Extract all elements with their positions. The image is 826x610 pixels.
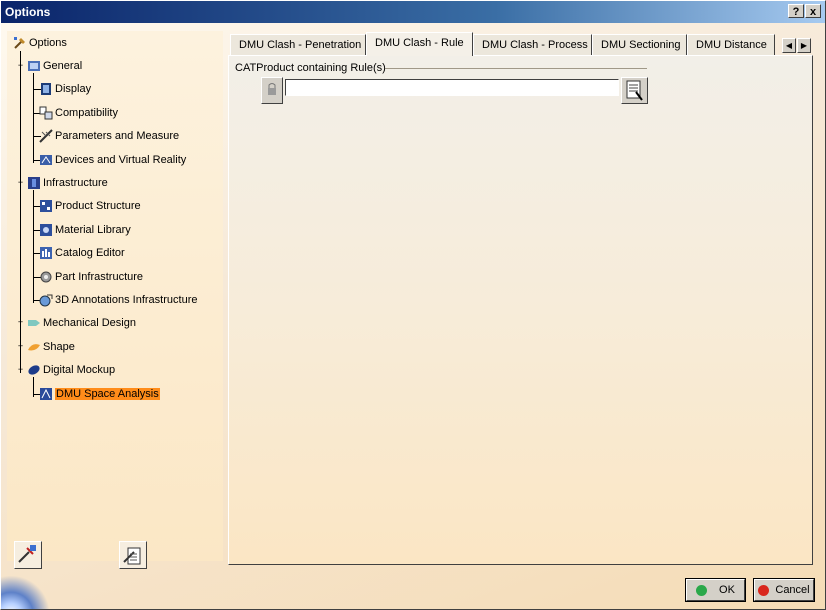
lock-icon: [268, 83, 276, 95]
tree-item-general[interactable]: General: [27, 57, 82, 75]
general-icon: [27, 59, 41, 73]
tab-dmu-sectioning[interactable]: DMU Sectioning: [592, 34, 687, 55]
rule-group-label: CATProduct containing Rule(s): [235, 62, 386, 74]
tree-item-infrastructure[interactable]: Infrastructure: [27, 174, 108, 192]
tree-item-part-infrastructure[interactable]: Part Infrastructure: [39, 268, 143, 286]
collapse-icon[interactable]: −: [17, 178, 24, 187]
expand-icon[interactable]: +: [17, 318, 24, 327]
collapse-icon[interactable]: −: [17, 365, 24, 374]
part-infrastructure-icon: [39, 270, 53, 284]
tab-dmu-clash-process[interactable]: DMU Clash - Process: [473, 34, 592, 55]
tab-scroll-left-button[interactable]: ◀: [782, 38, 796, 53]
tree-label-mechanical-design: Mechanical Design: [43, 317, 136, 329]
tree-root-options[interactable]: Options: [13, 34, 67, 52]
tree-item-mechanical-design[interactable]: Mechanical Design: [27, 314, 136, 332]
dump-parameters-icon: [123, 547, 141, 565]
shape-icon: [27, 340, 41, 354]
tree-item-devices[interactable]: Devices and Virtual Reality: [39, 151, 186, 169]
options-dialog: Options ? x Options − General Display Co…: [0, 0, 826, 610]
catalog-editor-icon: [39, 246, 53, 260]
cancel-label: Cancel: [775, 584, 810, 596]
tree-label-compatibility: Compatibility: [55, 107, 118, 119]
cancel-icon: [758, 584, 770, 596]
tree-item-material-library[interactable]: Material Library: [39, 221, 131, 239]
ok-icon: [696, 584, 708, 596]
annotations-icon: [39, 293, 53, 307]
tree-item-digital-mockup[interactable]: Digital Mockup: [27, 361, 115, 379]
tree-label-part-infrastructure: Part Infrastructure: [55, 271, 144, 283]
tree-label-product-structure: Product Structure: [55, 200, 141, 212]
tree-item-3d-annotations[interactable]: 3D Annotations Infrastructure: [39, 291, 197, 309]
close-button[interactable]: x: [805, 4, 821, 18]
tree-label-display: Display: [55, 83, 92, 95]
display-icon: [39, 82, 53, 96]
reset-options-icon: [18, 545, 36, 563]
tree-label-material-library: Material Library: [55, 224, 131, 236]
tree-label-infrastructure: Infrastructure: [43, 177, 108, 189]
tree-item-parameters-and-measure[interactable]: Parameters and Measure: [39, 127, 179, 145]
tree-label-devices: Devices and Virtual Reality: [55, 154, 187, 166]
material-library-icon: [39, 223, 53, 237]
help-button[interactable]: ?: [788, 4, 804, 18]
cancel-button[interactable]: Cancel: [753, 578, 815, 602]
tab-dmu-clash-rule[interactable]: DMU Clash - Rule: [366, 32, 473, 56]
group-divider: [385, 68, 647, 69]
infrastructure-icon: [27, 176, 41, 190]
mechanical-design-icon: [27, 316, 41, 330]
tree-label-dmu-space-analysis: DMU Space Analysis: [55, 388, 160, 400]
browse-document-icon: [626, 80, 643, 101]
devices-icon: [39, 153, 53, 167]
tab-content-panel: [228, 55, 813, 565]
decorative-glow: [1, 576, 51, 609]
dump-parameters-button[interactable]: [119, 541, 147, 569]
browse-button[interactable]: [621, 77, 648, 104]
dmu-space-analysis-icon: [39, 387, 53, 401]
product-structure-icon: [39, 199, 53, 213]
tree-connector: [33, 73, 34, 163]
reset-options-button[interactable]: [14, 541, 42, 569]
title-bar[interactable]: Options ? x: [1, 1, 825, 23]
expand-icon[interactable]: +: [17, 342, 24, 351]
ok-button[interactable]: OK: [685, 578, 746, 602]
options-root-icon: [13, 36, 27, 50]
tree-item-shape[interactable]: Shape: [27, 338, 75, 356]
tree-item-catalog-editor[interactable]: Catalog Editor: [39, 244, 125, 262]
tree-label-catalog-editor: Catalog Editor: [55, 247, 125, 259]
tree-item-display[interactable]: Display: [39, 80, 91, 98]
rule-product-input[interactable]: [285, 79, 619, 96]
compatibility-icon: [39, 106, 53, 120]
lock-button[interactable]: [261, 77, 283, 104]
tree-label-digital-mockup: Digital Mockup: [43, 364, 116, 376]
tree-label-options: Options: [29, 37, 67, 49]
window-title: Options: [5, 5, 51, 19]
tree-label-3d-annotations: 3D Annotations Infrastructure: [55, 294, 198, 306]
tab-dmu-clash-penetration[interactable]: DMU Clash - Penetration: [230, 34, 366, 55]
tab-dmu-distance[interactable]: DMU Distance: [687, 34, 775, 55]
tab-scroll-right-button[interactable]: ▶: [797, 38, 811, 53]
tree-label-shape: Shape: [43, 341, 75, 353]
digital-mockup-icon: [27, 363, 41, 377]
tree-item-product-structure[interactable]: Product Structure: [39, 197, 141, 215]
parameters-icon: [39, 129, 53, 143]
tree-label-parameters: Parameters and Measure: [55, 130, 180, 142]
ok-label: OK: [719, 584, 735, 596]
tree-item-dmu-space-analysis[interactable]: DMU Space Analysis: [39, 385, 160, 403]
collapse-icon[interactable]: −: [17, 61, 24, 70]
tree-item-compatibility[interactable]: Compatibility: [39, 104, 118, 122]
tree-label-general: General: [43, 60, 83, 72]
